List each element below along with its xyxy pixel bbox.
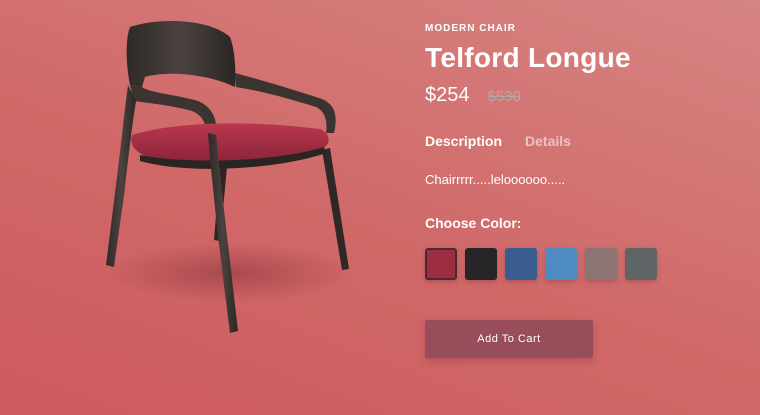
color-swatch-slate-gray[interactable] <box>625 248 657 280</box>
color-swatch-black[interactable] <box>465 248 497 280</box>
original-price: $530 <box>487 88 521 105</box>
price-row: $254 $530 <box>425 84 521 107</box>
color-swatch-red[interactable] <box>425 248 457 280</box>
tab-details[interactable]: Details <box>525 133 571 149</box>
color-swatch-taupe[interactable] <box>585 248 617 280</box>
color-swatch-navy[interactable] <box>505 248 537 280</box>
product-image <box>90 15 370 345</box>
description-text: Chairrrrr.....leloooooo..... <box>425 172 566 187</box>
color-label: Choose Color: <box>425 215 522 231</box>
current-price: $254 <box>425 84 470 106</box>
tab-description[interactable]: Description <box>425 133 502 149</box>
color-swatches <box>425 248 657 280</box>
chair-illustration <box>105 21 355 333</box>
info-tabs: Description Details <box>425 133 571 149</box>
color-swatch-light-blue[interactable] <box>545 248 577 280</box>
add-to-cart-button[interactable]: Add To Cart <box>425 320 593 358</box>
product-title: Telford Longue <box>425 42 631 73</box>
product-category: MODERN CHAIR <box>425 23 516 34</box>
